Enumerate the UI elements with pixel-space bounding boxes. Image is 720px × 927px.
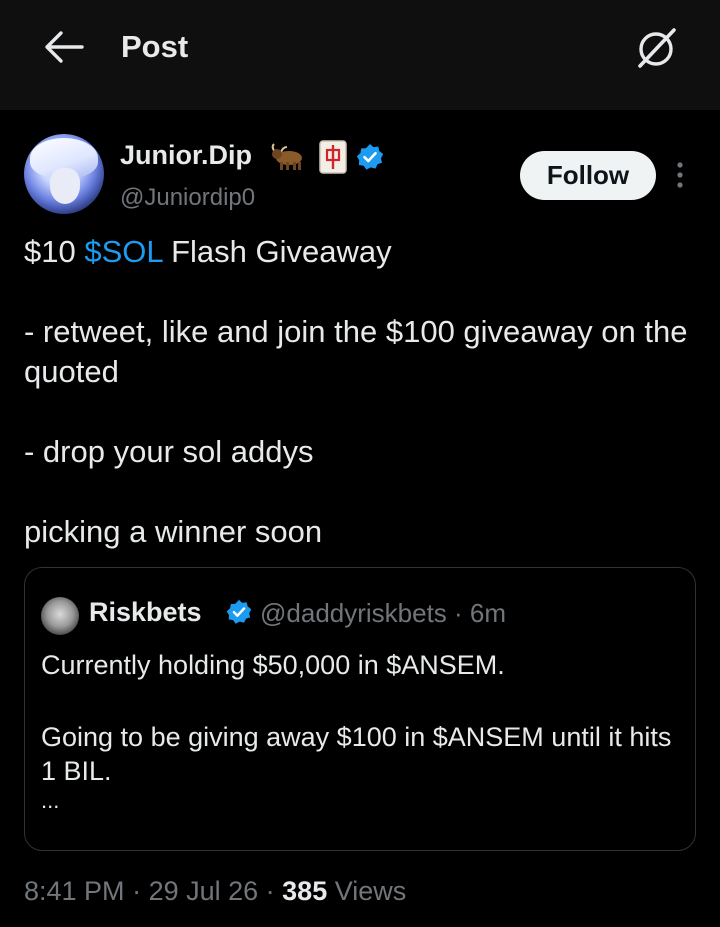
post-paragraph-3: - drop your sol addys xyxy=(24,434,314,469)
quoted-author-name: Riskbets xyxy=(89,597,202,627)
mahjong-tile-icon xyxy=(319,140,347,174)
post-line-1: $10 $SOL Flash Giveaway xyxy=(24,232,696,272)
follow-button[interactable]: Follow xyxy=(520,151,656,200)
avatar-face xyxy=(50,168,80,204)
quoted-post-card[interactable]: Riskbets @daddyriskbets · 6m Currently h… xyxy=(24,567,696,851)
quoted-paragraph-1: Currently holding $50,000 in $ANSEM. xyxy=(41,650,505,680)
author-handle[interactable]: @Juniordip0 xyxy=(120,184,255,212)
separator: · xyxy=(124,876,149,906)
ox-emoji-icon xyxy=(271,143,302,170)
more-options-icon[interactable] xyxy=(672,160,688,190)
post-time: 8:41 PM xyxy=(24,876,125,906)
post-paragraph-4: picking a winner soon xyxy=(24,514,323,549)
quoted-post-text: Currently holding $50,000 in $ANSEM. Goi… xyxy=(41,648,685,814)
post-metadata: 8:41 PM · 29 Jul 26 · 385 Views xyxy=(24,876,406,907)
quoted-ellipsis: ... xyxy=(41,788,60,813)
post-text-segment: Flash Giveaway xyxy=(162,234,392,269)
grok-icon[interactable] xyxy=(632,24,680,72)
post-text-segment: $10 xyxy=(24,234,85,269)
verified-badge-icon xyxy=(356,144,384,170)
verified-badge-icon xyxy=(226,599,252,624)
page-title: Post xyxy=(121,29,189,64)
views-label[interactable]: Views xyxy=(327,876,407,906)
author-display-name[interactable]: Junior.Dip xyxy=(120,140,252,171)
cashtag-link[interactable]: $SOL xyxy=(84,234,162,269)
author-avatar[interactable] xyxy=(24,134,104,214)
post-paragraph-2: - retweet, like and join the $100 giveaw… xyxy=(24,314,688,389)
arrow-left-icon[interactable] xyxy=(44,30,84,64)
top-bar: Post xyxy=(0,0,720,110)
quoted-author-avatar xyxy=(41,597,79,635)
post-date: 29 Jul 26 xyxy=(148,876,259,906)
quoted-paragraph-2: Going to be giving away $100 in $ANSEM u… xyxy=(41,722,672,786)
post-text: $10 $SOL Flash Giveaway - retweet, like … xyxy=(24,232,696,552)
views-count[interactable]: 385 xyxy=(282,876,327,906)
quoted-author-meta: @daddyriskbets · 6m xyxy=(260,598,507,628)
separator: · xyxy=(258,876,283,906)
